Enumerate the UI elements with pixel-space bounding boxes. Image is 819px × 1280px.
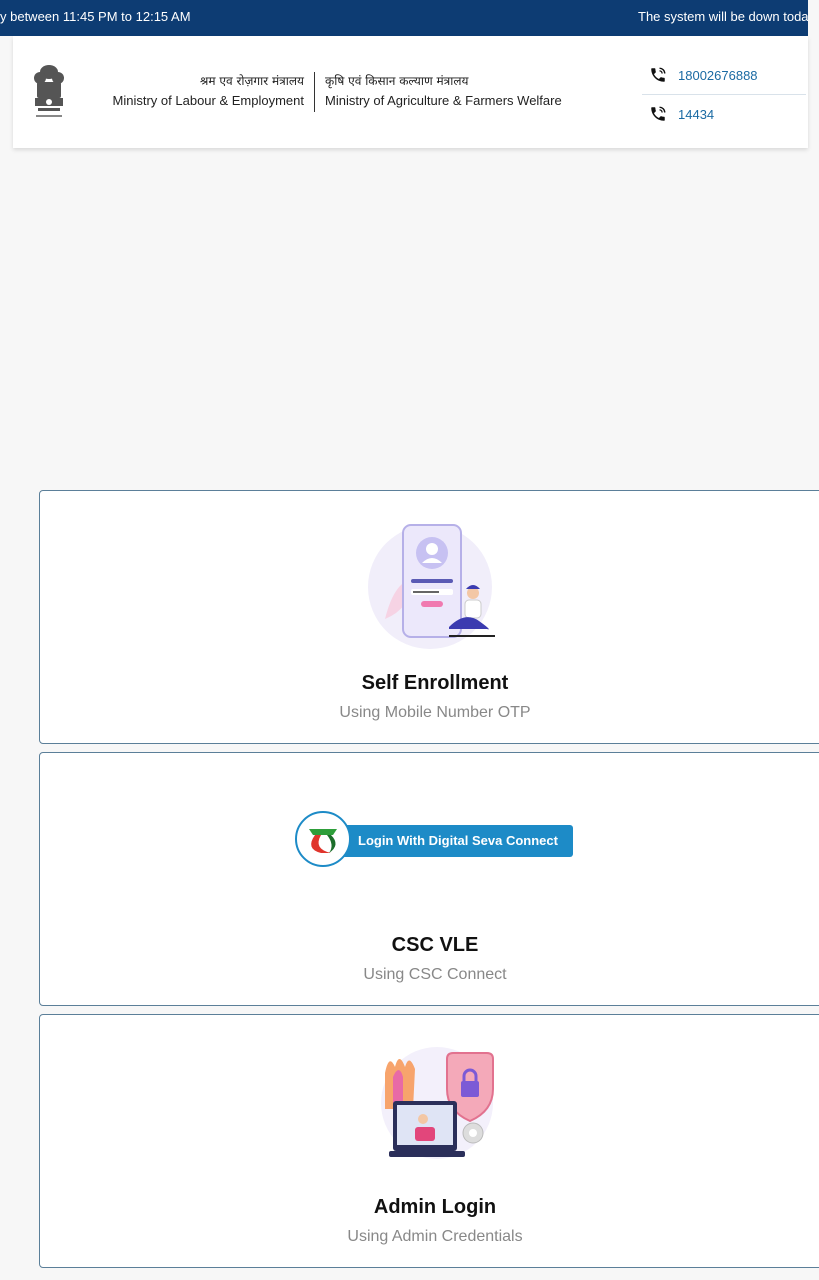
ministry-labour-hindi: श्रम एव रोज़गार मंत्रालय [199,74,304,88]
ticker-text-right: The system will be down toda [638,9,808,24]
ministry-agri-hindi: कृषि एवं किसान कल्याण मंत्रालय [325,74,469,88]
announcement-ticker: y between 11:45 PM to 12:15 AM The syste… [0,0,808,36]
national-emblem-icon [34,65,64,117]
person-phone-illustration-icon [368,524,495,649]
ministry-labour: श्रम एव रोज़गार मंत्रालय Ministry of Lab… [113,72,304,110]
ministry-labour-english: Ministry of Labour & Employment [112,93,304,108]
phone-icon [651,67,666,82]
phone-icon [651,106,666,121]
csc-button-label: Login With Digital Seva Connect [358,833,558,848]
phone-number-2[interactable]: 14434 [678,107,714,122]
card-subtitle: Using Admin Credentials [347,1228,523,1245]
card-title: Admin Login [373,1196,497,1218]
phone-divider [642,94,806,95]
card-subtitle: Using CSC Connect [363,966,507,983]
site-header: श्रम एव रोज़गार मंत्रालय Ministry of Lab… [13,36,808,148]
digital-seva-connect-button[interactable]: Login With Digital Seva Connect [295,811,575,871]
csc-vle-card[interactable]: Login With Digital Seva Connect CSC VLE … [39,752,819,1006]
ministry-divider [314,72,315,112]
ticker-text-left: y between 11:45 PM to 12:15 AM [0,9,191,24]
ministry-agriculture: कृषि एवं किसान कल्याण मंत्रालय Ministry … [325,72,562,110]
admin-login-card[interactable]: Admin Login Using Admin Credentials [39,1014,819,1268]
digital-seva-logo-icon [295,811,351,867]
phone-number-1[interactable]: 18002676888 [678,68,758,83]
ministry-agri-english: Ministry of Agriculture & Farmers Welfar… [325,93,562,108]
card-title: CSC VLE [391,934,479,956]
self-enrollment-card[interactable]: Self Enrollment Using Mobile Number OTP [39,490,819,744]
card-subtitle: Using Mobile Number OTP [339,704,531,721]
card-title: Self Enrollment [361,672,509,694]
admin-lock-illustration-icon [381,1047,494,1159]
